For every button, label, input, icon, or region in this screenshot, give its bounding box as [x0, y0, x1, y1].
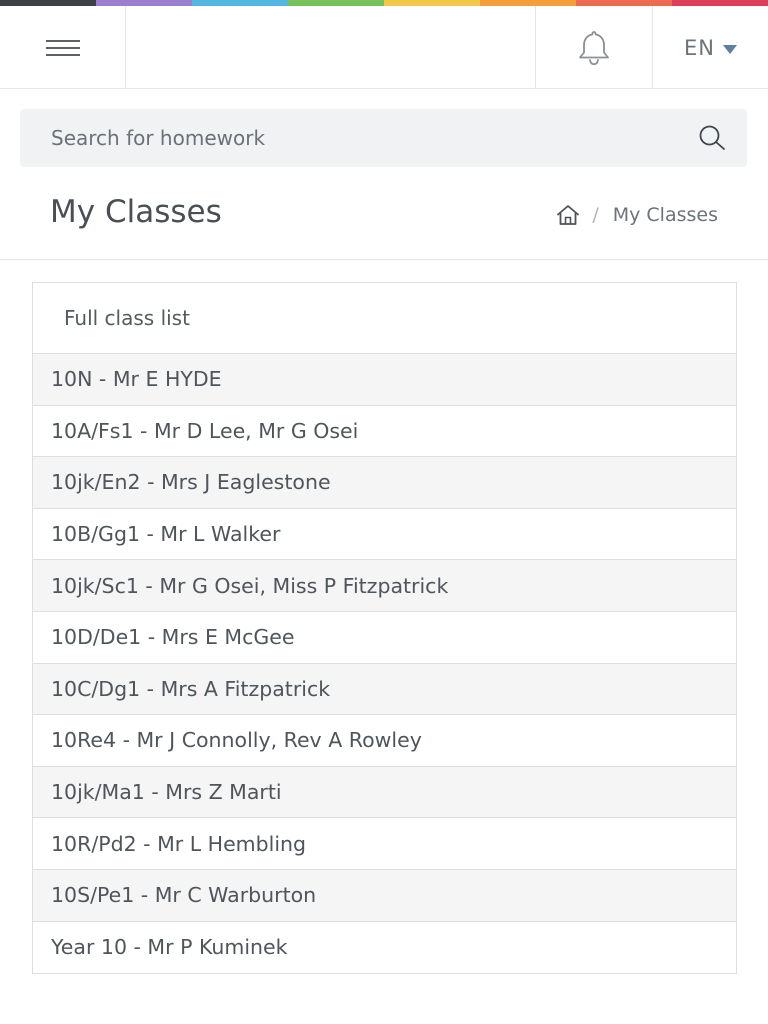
- top-bar: EN: [0, 6, 768, 89]
- search-icon[interactable]: [697, 123, 727, 153]
- language-label: EN: [684, 35, 715, 60]
- page-title: My Classes: [50, 194, 222, 230]
- breadcrumb-current: My Classes: [612, 204, 718, 226]
- class-list-item[interactable]: 10R/Pd2 - Mr L Hembling: [33, 818, 736, 870]
- page-header: My Classes / My Classes: [0, 167, 768, 260]
- notifications-button[interactable]: [535, 6, 652, 89]
- class-list-panel: Full class list 10N - Mr E HYDE 10A/Fs1 …: [32, 282, 737, 975]
- class-list-item[interactable]: Year 10 - Mr P Kuminek: [33, 921, 736, 974]
- chevron-down-icon: [722, 44, 737, 54]
- class-list: 10N - Mr E HYDE 10A/Fs1 - Mr D Lee, Mr G…: [33, 354, 736, 974]
- breadcrumb-separator: /: [592, 204, 599, 226]
- language-selector[interactable]: EN: [652, 6, 768, 89]
- search-bar: [20, 109, 747, 167]
- class-list-item[interactable]: 10D/De1 - Mrs E McGee: [33, 611, 736, 664]
- breadcrumb: / My Classes: [556, 203, 718, 227]
- class-list-item[interactable]: 10jk/En2 - Mrs J Eaglestone: [33, 457, 736, 509]
- class-list-item[interactable]: 10N - Mr E HYDE: [33, 354, 736, 406]
- class-list-item[interactable]: 10jk/Sc1 - Mr G Osei, Miss P Fitzpatrick: [33, 560, 736, 612]
- class-list-item[interactable]: 10B/Gg1 - Mr L Walker: [33, 508, 736, 561]
- home-icon[interactable]: [556, 203, 580, 227]
- panel-heading: Full class list: [33, 283, 736, 354]
- class-list-item[interactable]: 10jk/Ma1 - Mrs Z Marti: [33, 766, 736, 819]
- hamburger-menu-icon: [45, 39, 80, 56]
- class-list-item[interactable]: 10Re4 - Mr J Connolly, Rev A Rowley: [33, 715, 736, 767]
- menu-button[interactable]: [0, 6, 126, 89]
- class-list-item[interactable]: 10A/Fs1 - Mr D Lee, Mr G Osei: [33, 405, 736, 458]
- search-input[interactable]: [51, 126, 697, 150]
- top-bar-spacer: [126, 6, 535, 88]
- class-list-item[interactable]: 10C/Dg1 - Mrs A Fitzpatrick: [33, 663, 736, 716]
- bell-icon: [579, 30, 609, 65]
- class-list-item[interactable]: 10S/Pe1 - Mr C Warburton: [33, 869, 736, 922]
